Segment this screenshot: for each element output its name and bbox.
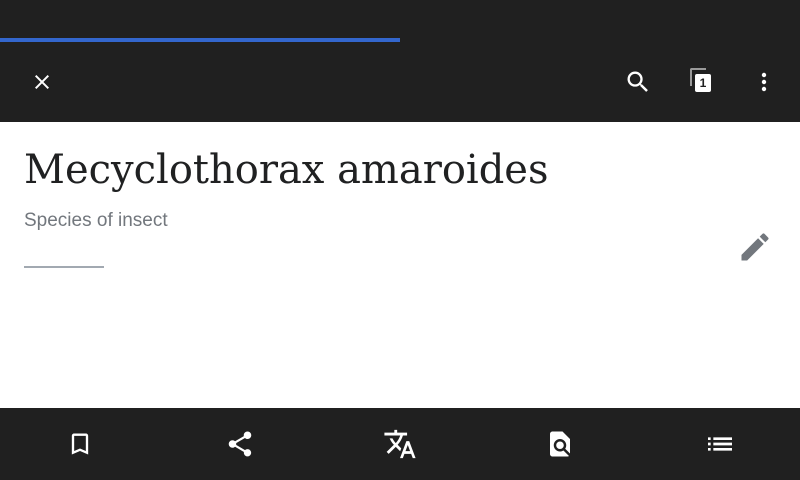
page-description: Species of insect <box>24 210 168 231</box>
article-content: Mecyclothorax amaroides Species of insec… <box>0 122 800 408</box>
top-toolbar: 1 <box>0 42 800 122</box>
language-button[interactable] <box>320 408 480 480</box>
pencil-icon <box>741 233 769 261</box>
close-icon <box>35 75 49 89</box>
share-button[interactable] <box>160 408 320 480</box>
edit-description-button[interactable] <box>731 223 779 271</box>
tabs-button[interactable]: 1 <box>682 42 738 122</box>
find-in-page-icon <box>550 431 570 457</box>
table-of-contents-icon <box>708 437 732 451</box>
save-bookmark-button[interactable] <box>0 408 160 480</box>
share-icon <box>228 431 252 457</box>
bottom-action-bar <box>0 408 800 480</box>
page-title: Mecyclothorax amaroides <box>24 147 549 193</box>
tab-count-badge: 1 <box>695 74 711 92</box>
search-icon <box>627 71 648 92</box>
overflow-menu-icon <box>761 72 767 92</box>
title-divider <box>24 266 104 268</box>
close-button[interactable] <box>14 42 70 122</box>
table-of-contents-button[interactable] <box>640 408 800 480</box>
find-in-page-button[interactable] <box>480 408 640 480</box>
search-button[interactable] <box>610 42 666 122</box>
bookmark-icon <box>71 433 89 455</box>
translate-icon <box>384 429 416 459</box>
status-bar <box>0 0 800 38</box>
overflow-menu-button[interactable] <box>736 42 792 122</box>
